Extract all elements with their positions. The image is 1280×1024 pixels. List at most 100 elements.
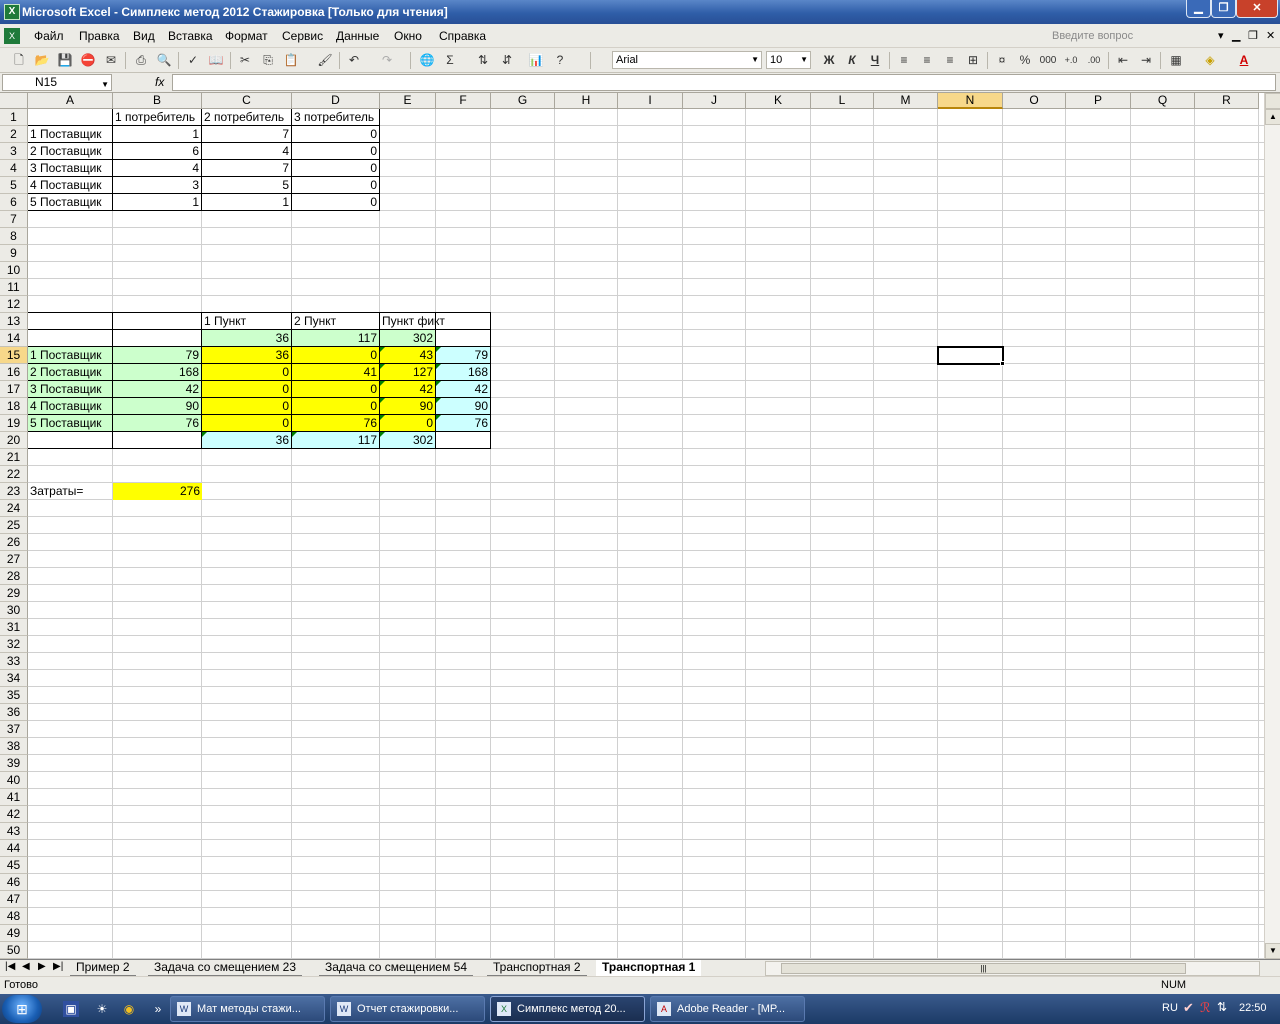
currency-icon[interactable]: ¤ — [993, 52, 1011, 69]
row-header-19[interactable]: 19 — [0, 415, 28, 432]
row-header-43[interactable]: 43 — [0, 823, 28, 840]
row-header-10[interactable]: 10 — [0, 262, 28, 279]
menu-file[interactable]: Файл — [34, 29, 64, 43]
column-header-e[interactable]: E — [380, 93, 436, 109]
cell-f20[interactable] — [435, 431, 491, 449]
split-box[interactable] — [1265, 93, 1280, 109]
column-header-h[interactable]: H — [555, 93, 618, 109]
menu-tools[interactable]: Сервис — [282, 29, 323, 43]
maximize-button[interactable]: ❐ — [1211, 0, 1236, 18]
increase-decimal-icon[interactable]: +.0 — [1062, 52, 1080, 69]
row-header-8[interactable]: 8 — [0, 228, 28, 245]
row-header-1[interactable]: 1 — [0, 109, 28, 126]
cell-a18[interactable]: 4 Поставщик — [27, 397, 113, 415]
column-header-c[interactable]: C — [202, 93, 292, 109]
font-color-icon[interactable]: A — [1235, 52, 1253, 69]
worksheet-grid[interactable]: 1 Поставщик 2 Поставщик 3 Поставщик 4 Поста… — [0, 93, 1264, 959]
row-header-17[interactable]: 17 — [0, 381, 28, 398]
paste-icon[interactable]: 📋 — [282, 52, 300, 69]
row-header-50[interactable]: 50 — [0, 942, 28, 959]
fill-color-icon[interactable]: ◈ — [1201, 52, 1219, 69]
cell-d15[interactable]: 0 — [291, 346, 380, 364]
percent-button[interactable]: % — [1016, 52, 1034, 69]
row-header-16[interactable]: 16 — [0, 364, 28, 381]
fill-handle[interactable] — [1000, 361, 1005, 366]
save-icon[interactable]: 💾 — [56, 52, 74, 69]
row-header-40[interactable]: 40 — [0, 772, 28, 789]
sheet-tab[interactable]: Задача со смещением 23 — [148, 960, 303, 976]
column-header-p[interactable]: P — [1066, 93, 1131, 109]
merge-center-icon[interactable]: ⊞ — [964, 52, 982, 69]
row-header-11[interactable]: 11 — [0, 279, 28, 296]
cell-a3[interactable]: 2 Поставщик — [27, 142, 113, 160]
cell-a5[interactable]: 4 Поставщик — [27, 176, 113, 194]
excel-app-icon[interactable]: X — [4, 4, 20, 20]
taskbar-item[interactable]: W Мат методы стажи... — [170, 996, 325, 1022]
quicklaunch-more-icon[interactable]: » — [150, 1001, 166, 1017]
row-header-36[interactable]: 36 — [0, 704, 28, 721]
cell-b14[interactable] — [112, 329, 202, 347]
comma-style-button[interactable]: 000 — [1039, 52, 1057, 69]
print-preview-icon[interactable]: 🔍 — [155, 52, 173, 69]
column-header-l[interactable]: L — [811, 93, 874, 109]
next-sheet-icon[interactable]: ▶ — [38, 961, 46, 972]
chart-wizard-icon[interactable]: 📊 — [527, 52, 545, 69]
last-sheet-icon[interactable]: ▶| — [53, 961, 63, 972]
insert-function-icon[interactable]: fx — [155, 75, 164, 89]
column-header-i[interactable]: I — [618, 93, 683, 109]
cell-c13[interactable]: 1 Пункт — [201, 312, 292, 330]
cell-a14[interactable] — [27, 329, 113, 347]
undo-icon[interactable]: ↶ — [345, 52, 363, 69]
decrease-indent-icon[interactable]: ⇤ — [1114, 52, 1132, 69]
open-icon[interactable]: 📂 — [33, 52, 51, 69]
row-header-22[interactable]: 22 — [0, 466, 28, 483]
cell-b18[interactable]: 90 — [112, 397, 202, 415]
row-header-25[interactable]: 25 — [0, 517, 28, 534]
cell-c20[interactable]: 36 — [201, 431, 292, 449]
row-header-38[interactable]: 38 — [0, 738, 28, 755]
cell-f13[interactable] — [435, 312, 491, 330]
row-header-37[interactable]: 37 — [0, 721, 28, 738]
cell-b19[interactable]: 76 — [112, 414, 202, 432]
cell-b3[interactable]: 6 — [112, 142, 202, 160]
workbook-icon[interactable]: X — [4, 28, 20, 44]
new-icon[interactable]: 🗋 — [10, 52, 28, 69]
row-header-39[interactable]: 39 — [0, 755, 28, 772]
cell-c5[interactable]: 5 — [201, 176, 292, 194]
cell-f19[interactable]: 76 — [435, 414, 491, 432]
cell-e13[interactable]: Пункт фикт — [379, 312, 445, 330]
column-header-o[interactable]: O — [1003, 93, 1066, 109]
sheet-tab[interactable]: Пример 2 — [70, 960, 136, 976]
row-header-42[interactable]: 42 — [0, 806, 28, 823]
cell-a15[interactable]: 1 Поставщик — [27, 346, 113, 364]
cell-a20[interactable] — [27, 431, 113, 449]
row-header-23[interactable]: 23 — [0, 483, 28, 500]
network-tray-icon[interactable]: ⇅ — [1217, 1000, 1227, 1014]
column-header-r[interactable]: R — [1195, 93, 1259, 109]
cell-c18[interactable]: 0 — [201, 397, 292, 415]
copy-icon[interactable]: ⎘ — [259, 52, 277, 69]
cell-d4[interactable]: 0 — [291, 159, 380, 177]
cell-a1[interactable] — [27, 108, 113, 126]
cell-c17[interactable]: 0 — [201, 380, 292, 398]
language-indicator[interactable]: RU — [1162, 1002, 1178, 1014]
scroll-up-icon[interactable]: ▲ — [1265, 109, 1280, 125]
cell-c15[interactable]: 36 — [201, 346, 292, 364]
close-button[interactable]: ✕ — [1236, 0, 1278, 18]
row-header-35[interactable]: 35 — [0, 687, 28, 704]
row-header-7[interactable]: 7 — [0, 211, 28, 228]
cell-b5[interactable]: 3 — [112, 176, 202, 194]
cell-c1[interactable]: 2 потребитель — [201, 108, 292, 126]
permission-icon[interactable]: ⛔ — [79, 52, 97, 69]
align-left-icon[interactable]: ≡ — [895, 52, 913, 69]
format-painter-icon[interactable]: 🖌 — [316, 52, 334, 69]
cell-c14[interactable]: 36 — [201, 329, 292, 347]
cell-c6[interactable]: 1 — [201, 193, 292, 211]
font-name-select[interactable]: Arial ▼ — [612, 51, 762, 69]
row-header-29[interactable]: 29 — [0, 585, 28, 602]
row-header-45[interactable]: 45 — [0, 857, 28, 874]
row-header-12[interactable]: 12 — [0, 296, 28, 313]
ask-question-input[interactable]: Введите вопрос — [1048, 28, 1213, 45]
print-icon[interactable]: ⎙ — [132, 52, 150, 69]
prev-sheet-icon[interactable]: ◀ — [22, 961, 30, 972]
